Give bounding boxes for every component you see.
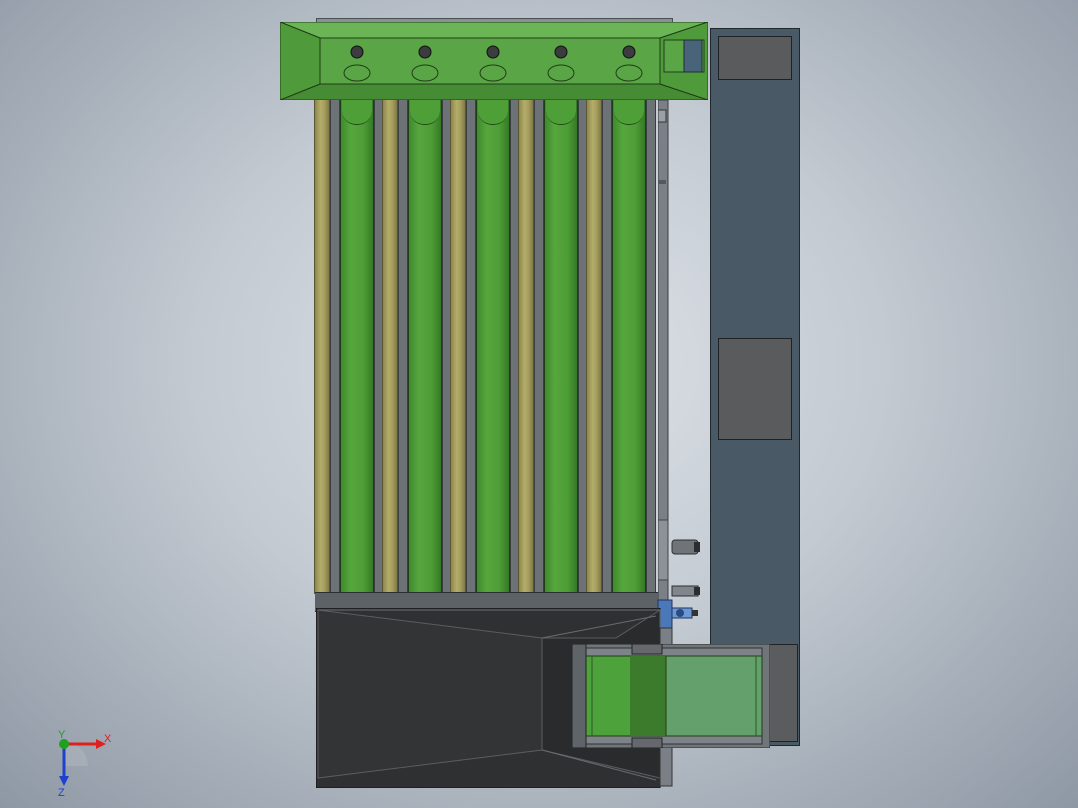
hardware-strip (658, 100, 700, 600)
hopper-hole-icon (350, 45, 364, 59)
guide-rod (382, 100, 398, 594)
hopper-hole-icon (418, 45, 432, 59)
guide-rod (518, 100, 534, 594)
hopper-hole-icon (554, 45, 568, 59)
hopper-outlet-icon (547, 64, 575, 82)
frame-rail (534, 100, 544, 600)
coordinate-triad: X Y Z (58, 729, 112, 798)
cylinder-fitting-icon (671, 539, 700, 555)
guide-rod (450, 100, 466, 594)
bolt-icon (658, 109, 667, 123)
hopper-outlet-icon (615, 64, 643, 82)
pipe-fitting-icon (671, 585, 700, 597)
conveyor-lane (476, 100, 510, 608)
conveyor-lane (544, 100, 578, 608)
hopper-hole-icon (622, 45, 636, 59)
panel-base (766, 644, 798, 742)
frame-rail (602, 100, 612, 600)
frame-rail (398, 100, 408, 600)
y-axis-label: Y (58, 729, 66, 741)
panel-box-middle (718, 338, 792, 440)
conveyor-lane (612, 100, 646, 608)
panel-box-top (718, 36, 792, 80)
feed-hopper (280, 22, 708, 100)
conveyor-lane (408, 100, 442, 608)
discharge-conveyor (572, 644, 770, 748)
guide-rod (586, 100, 602, 594)
hopper-outlet-icon (479, 64, 507, 82)
hopper-hole-icon (486, 45, 500, 59)
frame-rail (466, 100, 476, 600)
hopper-outlet-icon (411, 64, 439, 82)
conveyor-lane (340, 100, 374, 608)
frame-rail (646, 100, 656, 600)
frame-rail (330, 100, 340, 600)
x-axis-label: X (104, 733, 112, 745)
hopper-outlet-icon (343, 64, 371, 82)
z-axis-label: Z (58, 787, 65, 798)
guide-rod (314, 100, 330, 594)
